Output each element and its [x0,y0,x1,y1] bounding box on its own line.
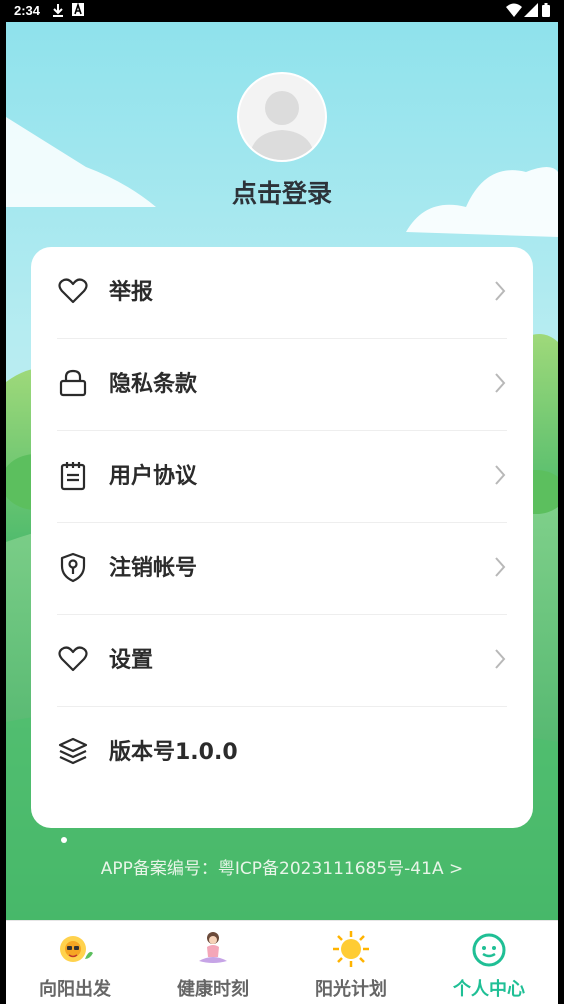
clipboard-icon [60,462,86,491]
menu-item-label: 用户协议 [109,464,198,489]
signal-icon [524,3,538,17]
chevron-right-icon [495,373,506,393]
tab-label: 向阳出发 [39,979,111,1000]
chevron-right-icon [495,649,506,669]
version-label: 版本号1.0.0 [109,740,238,765]
menu-item-label: 举报 [109,280,154,305]
menu-item-privacy[interactable]: 隐私条款 [57,339,507,431]
heart-icon [58,646,88,672]
menu-item-delete-account[interactable]: 注销帐号 [57,523,507,615]
tab-label: 个人中心 [453,979,525,1000]
menu-item-label: 隐私条款 [109,372,198,397]
tab-personal-center[interactable]: 个人中心 [420,921,558,1004]
layers-icon [58,737,88,765]
menu-item-label: 设置 [109,648,154,673]
battery-icon [542,3,550,17]
shield-key-icon [60,552,86,583]
menu-item-user-agreement[interactable]: 用户协议 [57,431,507,523]
tab-sunshine[interactable]: 阳光计划 [282,921,420,1004]
icp-link[interactable]: APP备案编号：粤ICP备2023111685号-41A > [6,854,558,879]
status-bar: 2:34 [0,0,564,22]
menu-card: 举报 隐私条款 用户协议 注销帐号 设置 版本号1.0.0 [31,247,533,828]
app-notification-icon [72,3,84,16]
smile-face-icon [472,933,506,967]
menu-item-settings[interactable]: 设置 [57,615,507,707]
sunflower-icon [60,936,93,962]
chevron-right-icon [495,281,506,301]
user-silhouette-icon [249,91,315,160]
tab-health[interactable]: 健康时刻 [144,921,282,1004]
tab-label: 阳光计划 [315,979,387,1000]
login-prompt[interactable]: 点击登录 [6,174,558,210]
wifi-icon [506,3,522,17]
menu-item-version: 版本号1.0.0 [57,707,507,799]
avatar[interactable] [237,72,327,162]
sun-icon [333,931,369,967]
chevron-right-icon [495,557,506,577]
chevron-right-icon [495,465,506,485]
yoga-icon [199,932,227,963]
heart-icon [58,278,88,304]
menu-item-report[interactable]: 举报 [57,247,507,339]
download-icon [53,4,63,17]
bottom-tab-bar: 向阳出发 健康时刻 阳光计划 个人中心 [6,920,558,1004]
status-time: 2:34 [14,3,41,18]
menu-item-label: 注销帐号 [109,556,198,581]
tab-xiangyang[interactable]: 向阳出发 [6,921,144,1004]
lock-icon [59,369,87,397]
screen: 点击登录 举报 隐私条款 用户协议 注销帐号 设置 版本号1.0.0 APP备案… [6,22,558,1004]
tab-label: 健康时刻 [177,979,249,1000]
